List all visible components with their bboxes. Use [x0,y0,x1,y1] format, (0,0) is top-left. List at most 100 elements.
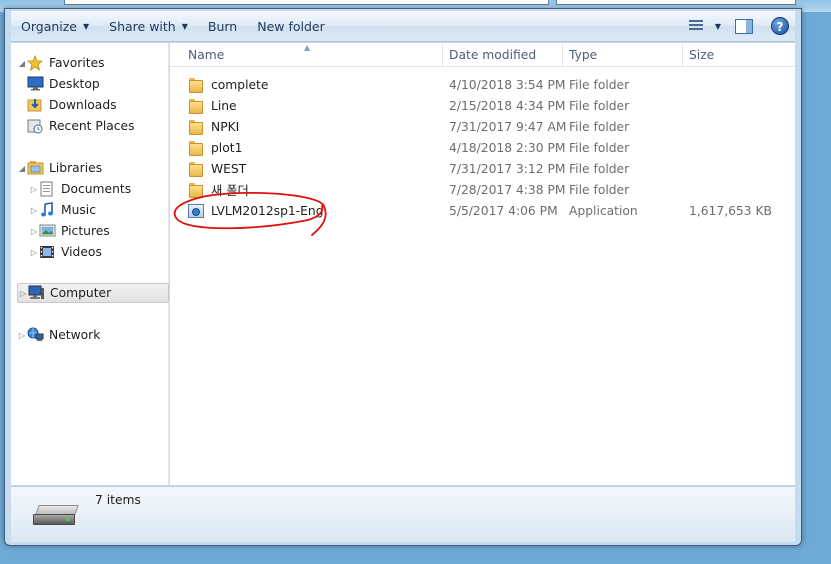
folder-icon [188,140,204,156]
nav-libraries[interactable]: ◢ Libraries [17,158,175,178]
videos-icon [39,244,56,260]
search-box[interactable] [556,0,796,5]
folder-icon [188,119,204,135]
file-date: 5/5/2017 4:06 PM [449,203,558,218]
file-date: 7/31/2017 9:47 AM [449,119,567,134]
details-pane: 7 items [11,486,795,542]
share-with-label: Share with [109,18,176,34]
file-type: File folder [569,182,630,197]
nav-libraries-label: Libraries [49,161,103,175]
organize-button[interactable]: Organize ▼ [11,14,99,38]
preview-pane-icon[interactable] [735,18,753,34]
column-header-date-modified[interactable]: Date modified [443,43,563,67]
collapsed-triangle-icon[interactable]: ▷ [29,248,39,257]
file-date: 4/18/2018 2:30 PM [449,140,566,155]
file-name: NPKI [211,119,240,134]
file-type: File folder [569,119,630,134]
file-type: File folder [569,77,630,92]
nav-network-label: Network [49,328,101,342]
nav-recent-places[interactable]: Recent Places [27,116,185,136]
nav-documents[interactable]: ▷ Documents [29,179,187,199]
column-header-type-label: Type [569,48,598,62]
view-options-chevron-icon[interactable]: ▼ [715,22,721,31]
file-date: 7/28/2017 4:38 PM [449,182,566,197]
folder-icon [188,98,204,114]
column-header-row: ▲ Name Date modified Type Size [170,43,795,67]
nav-computer[interactable]: ▷ Computer [17,283,169,303]
items-count: 7 items [95,493,141,507]
file-row-complete[interactable]: complete 4/10/2018 3:54 PM File folder [170,74,795,95]
star-icon [26,54,44,71]
recent-places-icon [27,118,44,134]
new-folder-label: New folder [257,18,325,34]
collapsed-triangle-icon[interactable]: ▷ [29,206,39,215]
nav-computer-label: Computer [50,286,112,300]
burn-label: Burn [207,18,238,34]
nav-music[interactable]: ▷ Music [29,200,187,220]
nav-pictures[interactable]: ▷ Pictures [29,221,187,241]
computer-icon [28,285,45,301]
address-bar[interactable] [64,0,549,5]
folder-icon [188,161,204,177]
file-date: 7/31/2017 3:12 PM [449,161,566,176]
nav-downloads-label: Downloads [49,98,117,112]
column-header-date-label: Date modified [449,48,537,62]
column-header-size[interactable]: Size [683,43,795,67]
expanded-triangle-icon[interactable]: ◢ [17,164,27,173]
navigation-pane: ◢ Favorites Desktop Downloads Recent Pla… [11,43,169,485]
chevron-down-icon: ▼ [181,21,188,31]
file-type: Application [569,203,638,218]
nav-favorites[interactable]: ◢ Favorites [17,53,175,73]
downloads-folder-icon [27,97,44,113]
nav-pictures-label: Pictures [61,224,110,238]
nav-downloads[interactable]: Downloads [27,95,185,115]
nav-favorites-label: Favorites [49,56,105,70]
column-header-name-label: Name [188,48,225,62]
file-row-west[interactable]: WEST 7/31/2017 3:12 PM File folder [170,158,795,179]
file-date: 2/15/2018 4:34 PM [449,98,566,113]
file-type: File folder [569,161,630,176]
collapsed-triangle-icon[interactable]: ▷ [29,227,39,236]
music-icon [39,202,56,218]
documents-icon [39,181,56,197]
collapsed-triangle-icon[interactable]: ▷ [17,331,27,340]
file-name: plot1 [211,140,243,155]
command-bar: Organize ▼ Share with ▼ Burn New folder … [11,11,795,42]
nav-desktop[interactable]: Desktop [27,74,185,94]
file-name: complete [211,77,269,92]
file-list: ▲ Name Date modified Type Size complete … [170,43,795,485]
file-row-npki[interactable]: NPKI 7/31/2017 9:47 AM File folder [170,116,795,137]
chevron-down-icon: ▼ [83,21,90,31]
nav-videos[interactable]: ▷ Videos [29,242,187,262]
column-header-name[interactable]: ▲ Name [170,43,443,67]
expanded-triangle-icon[interactable]: ◢ [17,59,27,68]
red-circle-annotation [173,192,327,236]
column-header-size-label: Size [689,48,715,62]
network-icon [27,327,44,343]
collapsed-triangle-icon[interactable]: ▷ [18,289,28,298]
burn-button[interactable]: Burn [198,14,247,38]
column-header-type[interactable]: Type [563,43,683,67]
pictures-icon [39,223,56,239]
collapsed-triangle-icon[interactable]: ▷ [29,185,39,194]
folder-icon [188,77,204,93]
file-name: WEST [211,161,247,176]
help-icon[interactable]: ? [771,17,789,35]
nav-recent-places-label: Recent Places [49,119,135,133]
share-with-button[interactable]: Share with ▼ [99,14,198,38]
organize-label: Organize [21,18,77,34]
file-date: 4/10/2018 3:54 PM [449,77,566,92]
sort-ascending-icon: ▲ [304,43,311,52]
file-name: Line [211,98,237,113]
file-type: File folder [569,140,630,155]
file-row-line[interactable]: Line 2/15/2018 4:34 PM File folder [170,95,795,116]
new-folder-button[interactable]: New folder [247,14,335,38]
nav-desktop-label: Desktop [49,77,100,91]
drive-icon [33,505,79,527]
desktop-icon [27,76,44,92]
nav-documents-label: Documents [61,182,132,196]
nav-network[interactable]: ▷ Network [17,325,175,345]
change-view-icon[interactable] [688,19,705,33]
file-type: File folder [569,98,630,113]
file-row-plot1[interactable]: plot1 4/18/2018 2:30 PM File folder [170,137,795,158]
